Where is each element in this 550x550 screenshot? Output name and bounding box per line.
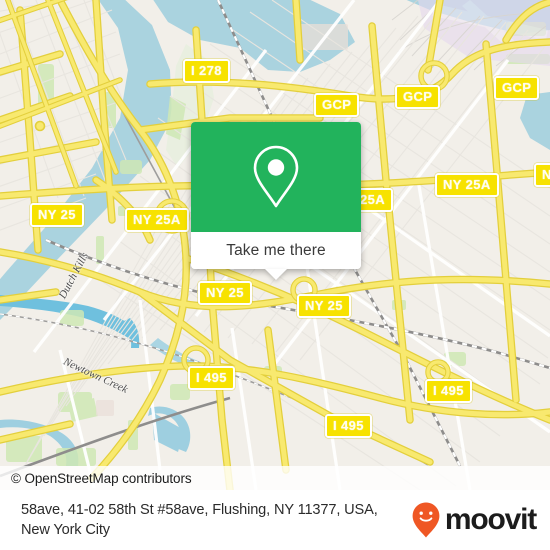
- road-shield[interactable]: GCP: [395, 85, 441, 109]
- map-canvas[interactable]: I 278 GCP GCP GCP NY 25A NY 25A 25A NY 2…: [0, 0, 550, 490]
- popup-footer[interactable]: Take me there: [191, 232, 361, 280]
- bottom-info-bar: 58ave, 41-02 58th St #58ave, Flushing, N…: [0, 490, 550, 550]
- road-shield[interactable]: NY 25A: [125, 208, 189, 232]
- address-label: 58ave, 41-02 58th St #58ave, Flushing, N…: [21, 501, 378, 538]
- map-attribution-bar: © OpenStreetMap contributors: [0, 466, 550, 490]
- moovit-logo[interactable]: moovit: [411, 501, 537, 539]
- road-shield[interactable]: GCP: [494, 76, 540, 100]
- map-location-screen: I 278 GCP GCP GCP NY 25A NY 25A 25A NY 2…: [0, 0, 550, 550]
- road-shield[interactable]: I 278: [183, 59, 230, 83]
- road-shield[interactable]: NY 25A: [534, 163, 550, 187]
- road-shield[interactable]: NY 25: [198, 281, 252, 305]
- moovit-wordmark: moovit: [444, 503, 537, 536]
- moovit-smiley-pin-icon: [412, 502, 440, 538]
- road-shield[interactable]: NY 25A: [435, 173, 499, 197]
- road-shield[interactable]: NY 25: [297, 294, 351, 318]
- take-me-there-label: Take me there: [226, 241, 326, 259]
- road-shield[interactable]: I 495: [425, 379, 472, 403]
- road-shield[interactable]: GCP: [314, 93, 360, 117]
- popup-hero-panel: [191, 122, 361, 232]
- road-shield[interactable]: I 495: [188, 366, 235, 390]
- location-popup-card[interactable]: Take me there: [191, 122, 361, 280]
- road-shield[interactable]: NY 25: [30, 203, 84, 227]
- popup-pointer-arrow: [265, 269, 287, 280]
- location-pin-icon: [253, 145, 299, 208]
- attribution-text[interactable]: © OpenStreetMap contributors: [11, 471, 192, 486]
- road-shield[interactable]: I 495: [325, 414, 372, 438]
